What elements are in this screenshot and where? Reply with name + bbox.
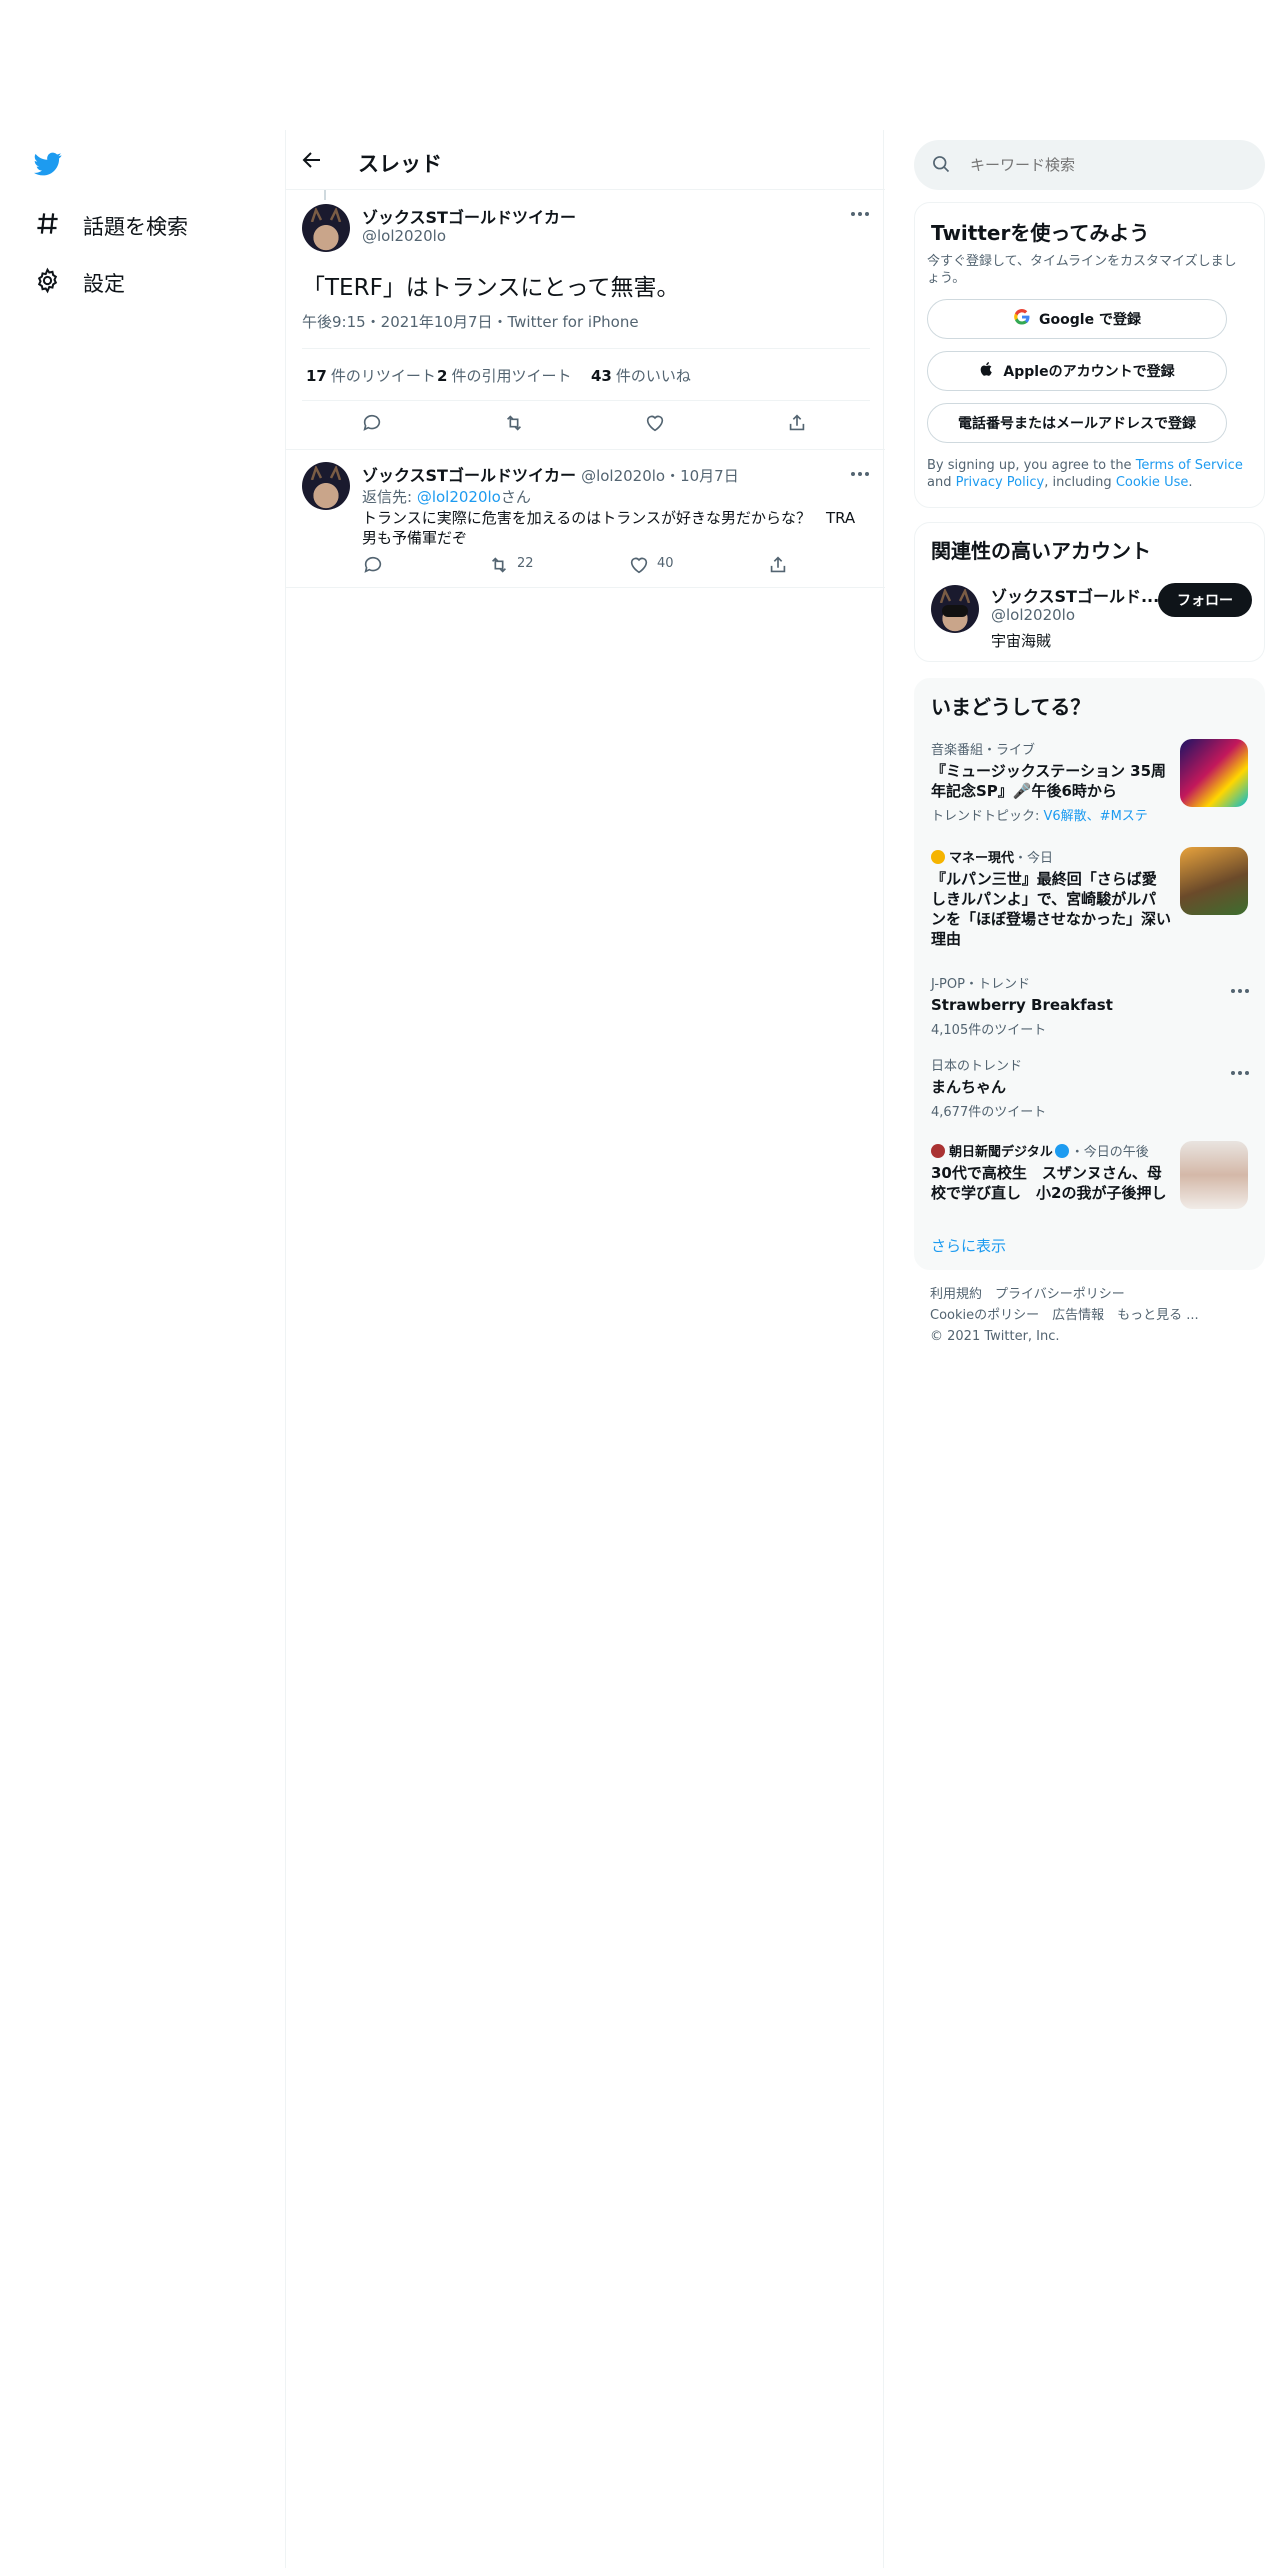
privacy-link[interactable]: Privacy Policy xyxy=(956,475,1045,490)
follow-button[interactable]: フォロー xyxy=(1158,583,1252,617)
reply-author-name[interactable]: ゾックスSTゴールドツイカー xyxy=(362,466,576,485)
footer-copyright: © 2021 Twitter, Inc. xyxy=(930,1329,1060,1344)
tweet-text: 「TERF」はトランスにとって無害。 xyxy=(302,275,680,301)
signup-title: Twitterを使ってみよう xyxy=(931,221,1150,245)
related-account-bio: 宇宙海賊 xyxy=(991,632,1052,650)
reply-icon[interactable] xyxy=(361,412,383,434)
thread-line xyxy=(324,190,326,200)
footer-links: 利用規約 プライバシーポリシー Cookieのポリシー 広告情報 もっと見る .… xyxy=(930,1284,1199,1347)
search-input[interactable] xyxy=(970,140,1250,190)
replying-to: 返信先: @lol2020loさん xyxy=(362,488,531,506)
news-thumbnail[interactable] xyxy=(1180,1141,1248,1209)
like-icon[interactable] xyxy=(644,412,666,434)
reply-handle-date[interactable]: @lol2020lo・10月7日 xyxy=(581,467,739,485)
trends-card: いまどうしてる？ 音楽番組・ライブ 『ミュージックステーション 35周年記念SP… xyxy=(914,678,1265,1270)
retweet-count[interactable]: 17 件のリツイート xyxy=(306,365,436,386)
more-options-icon[interactable] xyxy=(851,472,873,480)
google-signup-button[interactable]: Google で登録 xyxy=(927,299,1227,339)
gear-icon xyxy=(34,267,61,299)
related-account-name[interactable]: ゾックスSTゴールド... xyxy=(991,583,1159,607)
quote-count[interactable]: 2 件の引用ツイート xyxy=(437,365,571,386)
reply-to-link[interactable]: @lol2020lo xyxy=(417,488,501,506)
source-logo-icon xyxy=(931,1144,945,1158)
trend-item[interactable]: 朝日新聞デジタル ・今日の午後 30代で高校生 スザンヌさん、母校で学び直し 小2… xyxy=(931,1141,1171,1203)
reply-icon[interactable] xyxy=(362,554,382,573)
more-options-icon[interactable] xyxy=(1231,1071,1253,1079)
like-count[interactable]: 43 件のいいね xyxy=(591,365,691,386)
trend-item[interactable]: 日本のトレンド まんちゃん 4,677件のツイート xyxy=(931,1055,1251,1120)
lupin-thumbnail[interactable] xyxy=(1180,847,1248,915)
author-handle[interactable]: @lol2020lo xyxy=(362,227,446,245)
trend-item[interactable]: 音楽番組・ライブ 『ミュージックステーション 35周年記念SP』🎤午後6時から … xyxy=(931,739,1171,824)
avatar[interactable] xyxy=(931,585,979,633)
tweet-timestamp[interactable]: 午後9:15・2021年10月7日・Twitter for iPhone xyxy=(302,311,639,332)
more-options-icon[interactable] xyxy=(1231,989,1253,997)
reply-header: ゾックスSTゴールドツイカー @lol2020lo・10月7日 xyxy=(362,462,739,486)
retweet-icon[interactable] xyxy=(488,554,507,573)
search-bar[interactable] xyxy=(914,140,1265,190)
avatar[interactable] xyxy=(302,204,350,252)
google-icon xyxy=(1013,308,1031,330)
main-tweet: ゾックスSTゴールドツイカー @lol2020lo 「TERF」はトランスにとっ… xyxy=(286,190,885,450)
signup-terms: By signing up, you agree to the Terms of… xyxy=(927,458,1243,490)
thread-column: スレッド ゾックスSTゴールドツイカー @lol2020lo 「TERF」はトラ… xyxy=(285,130,885,2568)
footer-line-1[interactable]: 利用規約 プライバシーポリシー xyxy=(930,1284,1199,1305)
page-title: スレッド xyxy=(358,152,442,176)
share-icon[interactable] xyxy=(786,412,808,434)
tweet-stats: 17 件のリツイート 2 件の引用ツイート 43 件のいいね xyxy=(302,348,870,401)
trend-item[interactable]: J-POP・トレンド Strawberry Breakfast 4,105件のツ… xyxy=(931,973,1251,1038)
nav-explore-label: 話題を検索 xyxy=(83,215,188,239)
verified-badge-icon xyxy=(1054,1144,1069,1158)
more-options-icon[interactable] xyxy=(851,212,873,220)
related-accounts-card: 関連性の高いアカウント ゾックスSTゴールド... @lol2020lo 宇宙海… xyxy=(914,522,1265,662)
reply-tweet[interactable]: ゾックスSTゴールドツイカー @lol2020lo・10月7日 返信先: @lo… xyxy=(286,450,885,588)
reply-text: トランスに実際に危害を加えるのはトランスが好きな男だからな？ TRA男も予備軍だ… xyxy=(362,509,856,547)
footer-line-2[interactable]: Cookieのポリシー 広告情報 もっと見る ... xyxy=(930,1305,1199,1326)
source-logo-icon xyxy=(931,850,945,864)
related-title: 関連性の高いアカウント xyxy=(931,539,1151,563)
hashtag-icon xyxy=(34,210,61,242)
reply-like-count: 40 xyxy=(657,556,674,571)
phone-email-signup-button[interactable]: 電話番号またはメールアドレスで登録 xyxy=(927,403,1227,443)
apple-icon xyxy=(979,361,995,381)
reply-retweet-count: 22 xyxy=(517,556,534,571)
trends-title: いまどうしてる？ xyxy=(931,695,1091,719)
nav-settings-label: 設定 xyxy=(83,272,125,296)
author-name[interactable]: ゾックスSTゴールドツイカー xyxy=(362,204,576,228)
avatar[interactable] xyxy=(302,462,350,510)
show-more-link[interactable]: さらに表示 xyxy=(931,1235,1006,1256)
like-icon[interactable] xyxy=(628,554,648,574)
mask-shape xyxy=(942,605,968,617)
twitter-logo-icon[interactable] xyxy=(32,150,64,178)
signup-subtitle: 今すぐ登録して、タイムラインをカスタマイズしましょう。 xyxy=(927,254,1237,286)
thread-header: スレッド xyxy=(286,130,885,190)
nav-settings[interactable]: 設定 xyxy=(34,267,125,299)
music-station-thumbnail[interactable] xyxy=(1180,739,1248,807)
retweet-icon[interactable] xyxy=(503,412,525,434)
related-account-handle[interactable]: @lol2020lo xyxy=(991,606,1075,624)
signup-card: Twitterを使ってみよう 今すぐ登録して、タイムラインをカスタマイズしましょ… xyxy=(914,202,1265,508)
apple-signup-button[interactable]: Appleのアカウントで登録 xyxy=(927,351,1227,391)
nav-explore[interactable]: 話題を検索 xyxy=(34,210,188,242)
share-icon[interactable] xyxy=(767,554,786,573)
trend-item[interactable]: マネー現代・今日 『ルパン三世』最終回「さらば愛しきルパンよ」で、宮崎駿がルパン… xyxy=(931,847,1171,949)
back-arrow-icon[interactable] xyxy=(300,148,324,172)
cookie-link[interactable]: Cookie Use xyxy=(1116,475,1189,490)
terms-link[interactable]: Terms of Service xyxy=(1136,458,1243,473)
